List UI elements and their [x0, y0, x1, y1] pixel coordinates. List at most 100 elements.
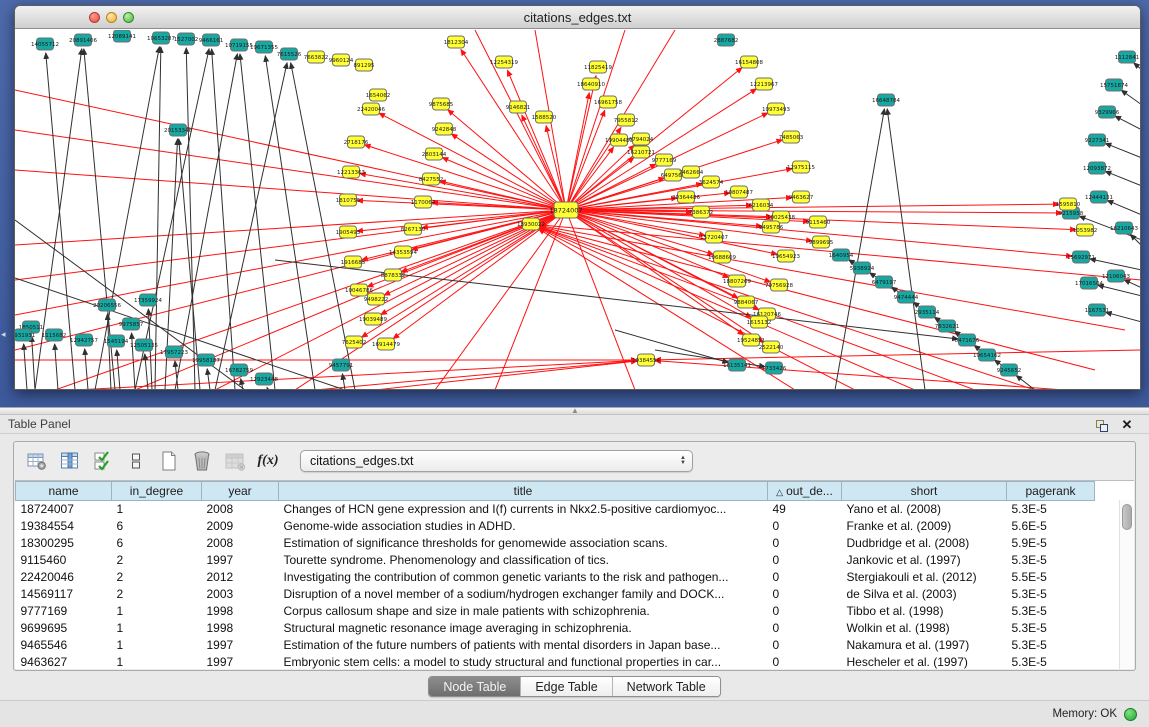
network-node[interactable]: 8878332 [381, 269, 406, 281]
network-node[interactable]: 891295 [354, 59, 375, 71]
table-cell[interactable]: 6 [112, 535, 202, 552]
table-row[interactable]: 1456911722003Disruption of a novel membe… [16, 586, 1120, 603]
table-cell[interactable]: 9465546 [16, 637, 112, 654]
table-vertical-scrollbar[interactable] [1119, 500, 1134, 669]
table-cell[interactable]: 1997 [202, 654, 279, 671]
network-canvas[interactable]: 1405571220891406120891411065328715270029… [15, 30, 1140, 389]
network-node[interactable]: 12213363 [337, 166, 365, 178]
table-cell[interactable]: 1 [112, 603, 202, 620]
network-node[interactable]: 18640910 [577, 78, 605, 90]
table-cell[interactable]: Genome-wide association studies in ADHD. [279, 518, 768, 535]
table-cell[interactable]: Corpus callosum shape and size in male p… [279, 603, 768, 620]
network-node[interactable]: 18724007 [549, 202, 582, 218]
table-row[interactable]: 977716911998Corpus callosum shape and si… [16, 603, 1120, 620]
table-cell[interactable]: 1 [112, 637, 202, 654]
delete-icon[interactable] [189, 448, 215, 474]
table-cell[interactable]: 2 [112, 569, 202, 586]
panel-collapse-arrow-icon[interactable]: ◂ [1, 330, 6, 339]
network-node[interactable]: 7485063 [779, 131, 804, 143]
network-node[interactable]: 11825419 [584, 61, 612, 73]
network-node[interactable]: 1640954 [829, 249, 854, 261]
tab-node-table[interactable]: Node Table [429, 677, 521, 696]
col-header-year[interactable]: year [202, 482, 279, 501]
table-cell[interactable]: 0 [768, 552, 842, 569]
splitter-handle-icon[interactable]: ▲ [571, 406, 579, 415]
table-cell[interactable]: Structural magnetic resonance image aver… [279, 620, 768, 637]
network-node[interactable]: 9242848 [432, 123, 457, 135]
network-node[interactable]: 1115682 [42, 329, 67, 341]
network-node[interactable]: 8471676 [955, 334, 980, 346]
table-cell[interactable]: 18300295 [16, 535, 112, 552]
table-row[interactable]: 1938455462009Genome-wide association stu… [16, 518, 1120, 535]
network-node[interactable]: 2718176 [344, 136, 369, 148]
network-node[interactable]: 9245652 [997, 364, 1022, 376]
network-node[interactable]: 6479197 [872, 276, 897, 288]
table-cell[interactable]: 0 [768, 535, 842, 552]
network-node[interactable]: 7615526 [277, 48, 302, 60]
show-columns-icon[interactable] [57, 448, 83, 474]
network-node[interactable]: 12213967 [750, 78, 778, 90]
network-node[interactable]: 17359924 [134, 294, 162, 306]
close-window-button[interactable] [89, 12, 100, 23]
network-node[interactable]: 22420046 [357, 103, 385, 115]
network-node[interactable]: 16782759 [225, 364, 253, 376]
network-node[interactable]: 12975115 [787, 161, 815, 173]
table-cell[interactable]: Embryonic stem cells: a model to study s… [279, 654, 768, 671]
table-cell[interactable]: 5.3E-5 [1007, 637, 1095, 654]
row-height-icon[interactable] [123, 448, 149, 474]
network-node[interactable]: 20206556 [93, 299, 121, 311]
table-row[interactable]: 969969511998Structural magnetic resonanc… [16, 620, 1120, 637]
network-node[interactable]: 17957223 [160, 346, 188, 358]
network-node[interactable]: 6216034 [749, 199, 774, 211]
col-header-in-degree[interactable]: in_degree [112, 482, 202, 501]
table-cell[interactable]: Disruption of a novel member of a sodium… [279, 586, 768, 603]
network-node[interactable]: 8427552 [419, 173, 444, 185]
table-cell[interactable]: 0 [768, 637, 842, 654]
table-cell[interactable]: 5.6E-5 [1007, 518, 1095, 535]
table-cell[interactable]: 9699695 [16, 620, 112, 637]
table-cell[interactable]: Estimation of significance thresholds fo… [279, 535, 768, 552]
network-node[interactable]: 19384554 [632, 354, 660, 366]
network-node[interactable]: 1810755 [336, 194, 361, 206]
network-node[interactable]: 9146821 [506, 101, 531, 113]
table-cell[interactable]: 5.3E-5 [1007, 620, 1095, 637]
tab-edge-table[interactable]: Edge Table [521, 677, 612, 696]
table-cell[interactable]: Nakamura et al. (1997) [842, 637, 1007, 654]
table-cell[interactable]: Stergiakouli et al. (2012) [842, 569, 1007, 586]
network-node[interactable]: 16914479 [372, 338, 400, 350]
table-cell[interactable]: Changes of HCN gene expression and I(f) … [279, 501, 768, 518]
table-cell[interactable]: Estimation of the future numbers of pati… [279, 637, 768, 654]
table-cell[interactable]: 49 [768, 501, 842, 518]
network-node[interactable]: 19671355 [250, 41, 278, 53]
network-node[interactable]: 9899695 [809, 236, 834, 248]
network-node[interactable]: 19039489 [359, 313, 387, 325]
table-cell[interactable]: Hescheler et al. (1997) [842, 654, 1007, 671]
col-header-pagerank[interactable]: pagerank [1007, 482, 1095, 501]
table-cell[interactable]: de Silva et al. (2003) [842, 586, 1007, 603]
table-cell[interactable]: 14569117 [16, 586, 112, 603]
network-node[interactable]: 1733426 [762, 362, 787, 374]
table-cell[interactable]: 2012 [202, 569, 279, 586]
network-node[interactable]: 7386372 [689, 206, 714, 218]
network-node[interactable]: 6794024 [629, 133, 654, 145]
network-node[interactable]: 10653287 [147, 32, 175, 44]
table-source-select[interactable]: citations_edges.txt ▲▼ [300, 450, 693, 472]
network-node[interactable]: 1588520 [532, 111, 557, 123]
table-cell[interactable]: 5.5E-5 [1007, 569, 1095, 586]
network-node[interactable]: 20891406 [69, 34, 97, 46]
network-node[interactable]: 1170064 [411, 196, 436, 208]
network-node[interactable]: 9777169 [652, 154, 677, 166]
zoom-window-button[interactable] [123, 12, 134, 23]
network-node[interactable]: 9875685 [429, 98, 454, 110]
network-node[interactable]: 16648784 [872, 94, 900, 106]
network-node[interactable]: 15720407 [700, 231, 728, 243]
col-header-short[interactable]: short [842, 482, 1007, 501]
table-cell[interactable]: Tourette syndrome. Phenomenology and cla… [279, 552, 768, 569]
table-cell[interactable]: 1998 [202, 620, 279, 637]
table-cell[interactable]: 9777169 [16, 603, 112, 620]
network-node[interactable]: 1527002 [174, 33, 199, 45]
network-node[interactable]: 9960124 [329, 54, 354, 66]
table-cell[interactable]: 2 [112, 552, 202, 569]
table-cell[interactable]: 19384554 [16, 518, 112, 535]
network-node[interactable]: 1654062 [366, 89, 391, 101]
